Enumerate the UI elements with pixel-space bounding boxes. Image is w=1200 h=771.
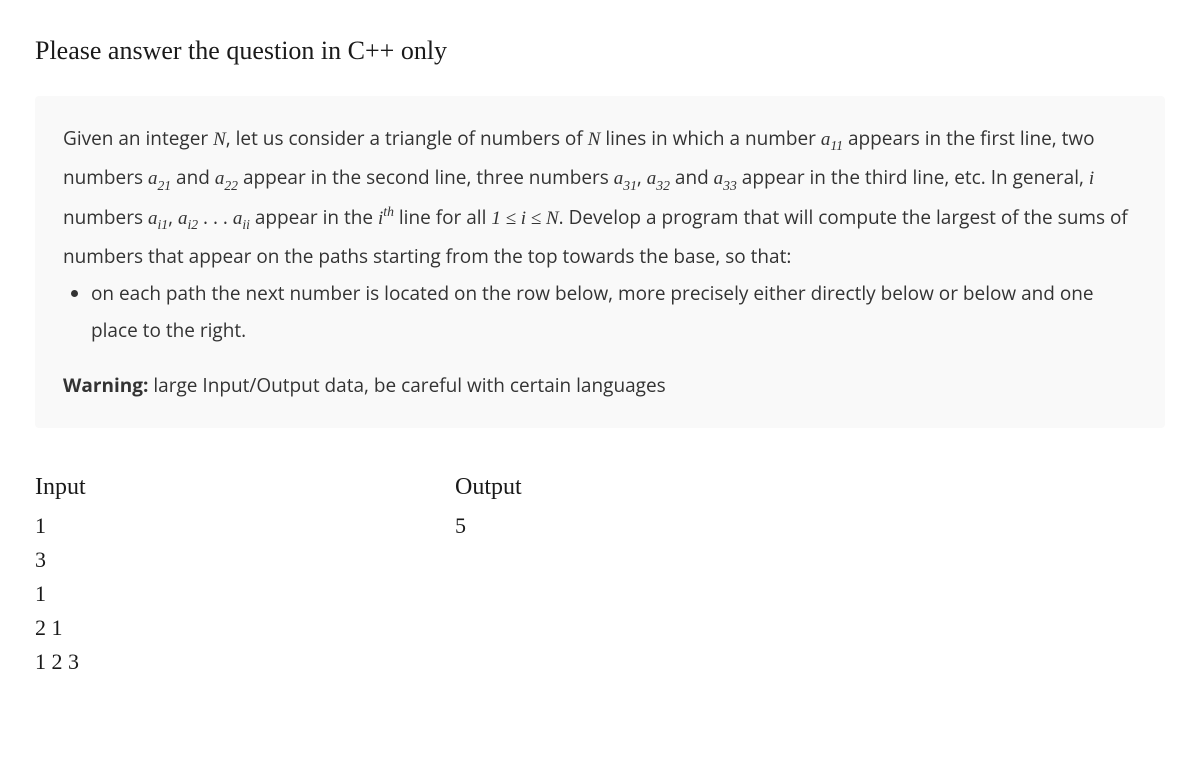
math-var-a31: a31 (614, 168, 637, 189)
warning-line: Warning: large Input/Output data, be car… (63, 367, 1137, 404)
page-title: Please answer the question in C++ only (35, 30, 1165, 72)
text-fragment: and (670, 164, 714, 190)
text-fragment: , let us consider a triangle of numbers … (226, 125, 588, 151)
math-var-ai2: ai2 (178, 208, 198, 229)
bullet-list: on each path the next number is located … (63, 275, 1137, 349)
input-lines: 1 3 1 2 1 1 2 3 (35, 509, 455, 679)
text-fragment: Given an integer (63, 125, 213, 151)
math-var-ith: ith (378, 208, 394, 229)
text-fragment: line for all (394, 204, 491, 230)
text-fragment: , (637, 164, 647, 190)
math-var-i: i (1089, 168, 1094, 189)
math-var-N: N (588, 129, 601, 150)
input-header: Input (35, 468, 455, 506)
math-var-ai1: ai1 (148, 208, 168, 229)
output-header: Output (455, 468, 875, 506)
io-section: Input 1 3 1 2 1 1 2 3 Output 5 (35, 468, 1165, 679)
warning-text: large Input/Output data, be careful with… (148, 372, 665, 398)
math-var-N: N (213, 129, 226, 150)
text-fragment: appear in the (250, 204, 378, 230)
output-lines: 5 (455, 509, 875, 543)
math-range: 1 ≤ i ≤ N (491, 208, 558, 229)
math-var-a33: a33 (714, 168, 737, 189)
text-fragment: lines in which a number (600, 125, 820, 151)
output-column: Output 5 (455, 468, 875, 679)
math-var-a32: a32 (647, 168, 670, 189)
text-fragment: , (168, 204, 178, 230)
input-column: Input 1 3 1 2 1 1 2 3 (35, 468, 455, 679)
text-fragment: appear in the second line, three numbers (238, 164, 614, 190)
math-var-a11: a11 (821, 129, 843, 150)
text-fragment: numbers (63, 204, 148, 230)
bullet-item: on each path the next number is located … (91, 275, 1137, 349)
math-var-a22: a22 (215, 168, 238, 189)
warning-label: Warning: (63, 372, 148, 398)
text-fragment: and (171, 164, 215, 190)
text-fragment: appear in the third line, etc. In genera… (737, 164, 1089, 190)
text-fragment: . . . (198, 204, 233, 230)
math-var-aii: aii (233, 208, 250, 229)
problem-statement: Given an integer N, let us consider a tr… (35, 96, 1165, 429)
math-var-a21: a21 (148, 168, 171, 189)
